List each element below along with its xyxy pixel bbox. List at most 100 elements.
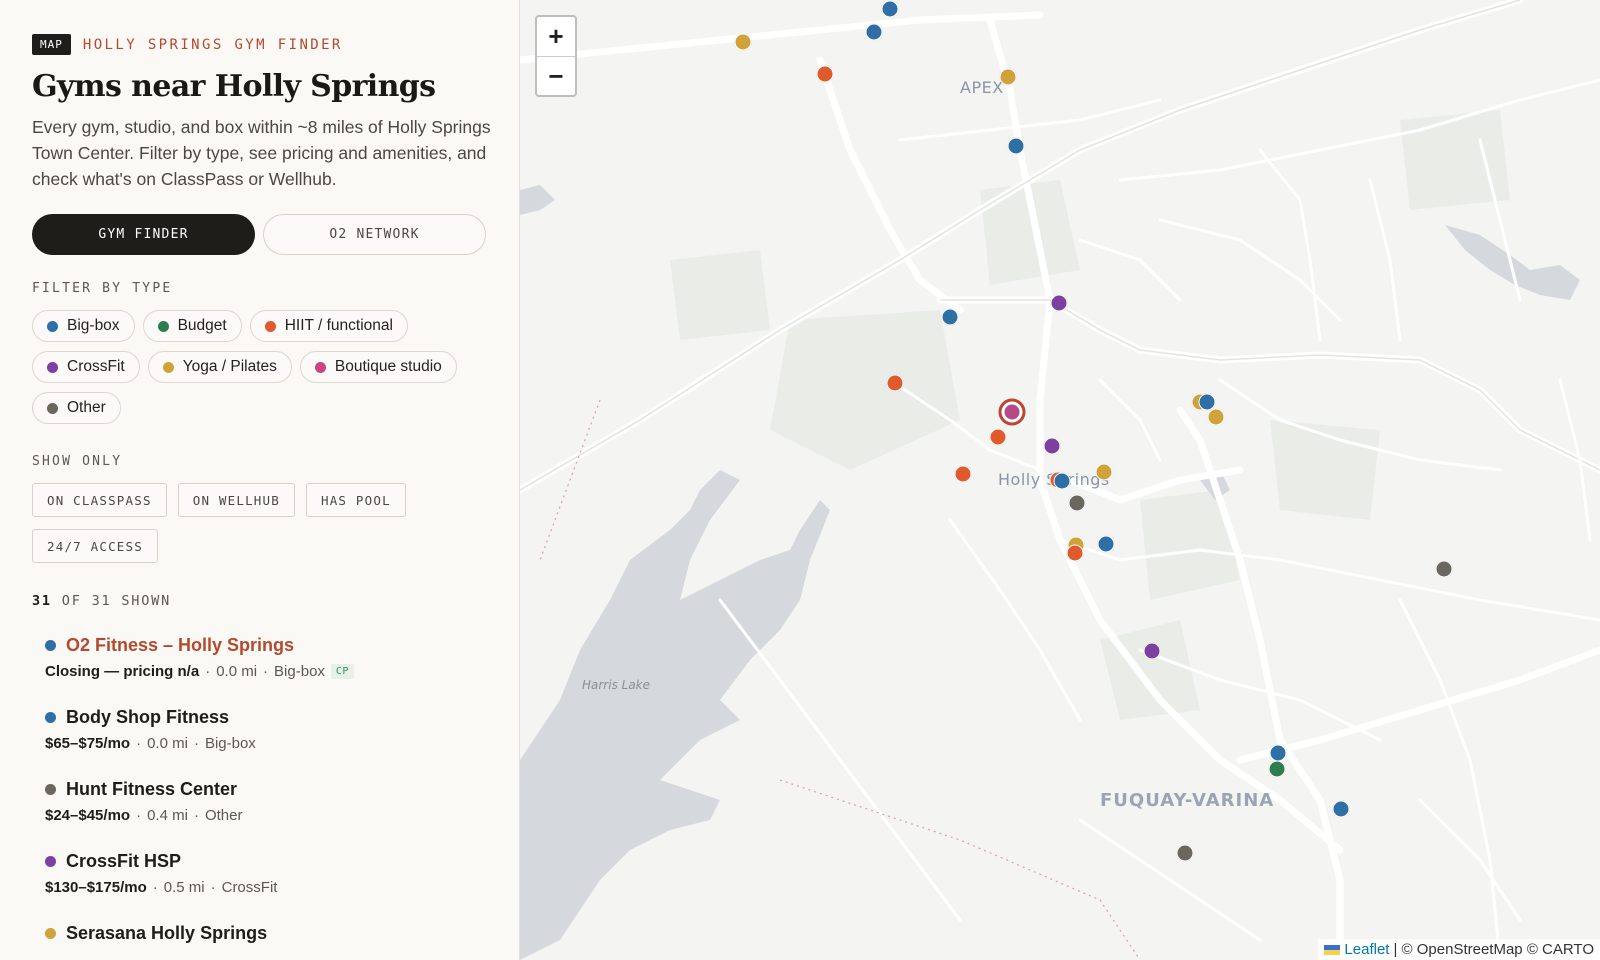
gym-type: Other [204, 807, 243, 824]
map-marker[interactable] [865, 23, 883, 41]
list-item[interactable]: Body Shop Fitness $65–$75/mo · 0.0 mi · Big-… [45, 707, 487, 752]
map-marker[interactable] [1176, 844, 1194, 862]
type-dot [45, 784, 56, 795]
map-marker[interactable] [1095, 463, 1113, 481]
toggle-classpass[interactable]: ON CLASSPASS [32, 483, 167, 517]
type-dot [45, 640, 56, 651]
map-marker[interactable] [954, 465, 972, 483]
chip-budget[interactable]: Budget [142, 310, 242, 342]
type-dot [157, 320, 169, 332]
chip-crossfit[interactable]: CrossFit [32, 351, 140, 383]
gym-name: Hunt Fitness Center [66, 779, 238, 799]
map-marker[interactable] [1269, 744, 1287, 762]
map-marker[interactable] [1068, 494, 1086, 512]
zoom-in-button[interactable]: + [537, 17, 575, 56]
list-item[interactable]: Hunt Fitness Center $24–$45/mo · 0.4 mi · Ot… [45, 779, 487, 824]
map-marker[interactable] [1435, 560, 1453, 578]
toggle-pool[interactable]: HAS POOL [305, 483, 406, 517]
map-marker[interactable] [886, 374, 904, 392]
gym-price: Closing — pricing n/a [45, 663, 200, 680]
gym-type: Big-box [204, 735, 256, 752]
chip-hiit[interactable]: HIIT / functional [249, 310, 408, 342]
gym-distance: 0.5 mi [163, 879, 205, 896]
gym-distance: 0.4 mi [147, 807, 188, 824]
map-badge: MAP [32, 34, 71, 55]
map-attribution: Leaflet | © OpenStreetMap © CARTO [1318, 939, 1600, 960]
count-shown: 31 [32, 593, 52, 609]
gym-list: O2 Fitness – Holly Springs Closing — pri… [32, 635, 487, 944]
type-dot [45, 856, 56, 867]
toggle-wellhub[interactable]: ON WELLHUB [177, 483, 295, 517]
map-marker[interactable] [1332, 800, 1350, 818]
zoom-out-button[interactable]: − [537, 56, 575, 95]
list-item[interactable]: CrossFit HSP $130–$175/mo · 0.5 mi · CrossFi… [45, 851, 487, 896]
type-dot [45, 928, 56, 939]
gym-distance: 0.0 mi [147, 735, 188, 752]
gym-name: CrossFit HSP [66, 851, 182, 871]
ukraine-flag-icon [1324, 944, 1341, 955]
list-item[interactable]: O2 Fitness – Holly Springs Closing — pri… [45, 635, 487, 680]
map-marker[interactable] [1143, 642, 1161, 660]
chip-label: Big-box [67, 317, 120, 334]
chip-label: CrossFit [67, 358, 125, 375]
leaflet-link[interactable]: Leaflet [1344, 941, 1389, 958]
list-item[interactable]: Serasana Holly Springs [45, 923, 487, 944]
map-marker[interactable] [1066, 544, 1084, 562]
type-dot [47, 402, 58, 414]
gym-price: $65–$75/mo [45, 735, 131, 752]
chip-label: Budget [177, 317, 227, 334]
chip-boutique[interactable]: Boutique studio [299, 351, 457, 383]
eyebrow-text: HOLLY SPRINGS GYM FINDER [82, 36, 343, 53]
type-dot [47, 320, 58, 332]
map-marker[interactable] [999, 68, 1017, 86]
type-dot [264, 320, 276, 332]
map-marker[interactable] [1097, 535, 1115, 553]
chip-label: Other [67, 399, 106, 416]
chip-yoga-pilates[interactable]: Yoga / Pilates [147, 351, 292, 383]
map-marker[interactable] [1043, 437, 1061, 455]
eyebrow: MAP HOLLY SPRINGS GYM FINDER [32, 34, 487, 55]
tab-gym-finder[interactable]: GYM FINDER [32, 214, 255, 255]
zoom-control: + − [535, 15, 577, 97]
classpass-badge: CP [330, 664, 354, 679]
chip-label: HIIT / functional [284, 317, 393, 334]
view-tabs: GYM FINDER O2 NETWORK [32, 214, 487, 255]
gym-type: Big-box [274, 663, 325, 680]
chip-big-box[interactable]: Big-box [32, 310, 135, 342]
map[interactable]: APEX Holly Springs FUQUAY-VARINA Harris … [520, 0, 1600, 960]
chip-label: Yoga / Pilates [182, 358, 277, 375]
map-marker[interactable] [816, 65, 834, 83]
tab-o2-network[interactable]: O2 NETWORK [263, 214, 486, 255]
type-dot [47, 361, 58, 373]
type-filter-chips: Big-box Budget HIIT / functional CrossFi… [32, 310, 492, 424]
map-marker[interactable] [1207, 408, 1225, 426]
gym-name: Serasana Holly Springs [66, 923, 268, 943]
gym-name: O2 Fitness – Holly Springs [66, 635, 295, 655]
map-marker[interactable] [881, 0, 899, 18]
map-marker[interactable] [734, 33, 752, 51]
sidebar: MAP HOLLY SPRINGS GYM FINDER Gyms near H… [0, 0, 520, 960]
map-marker[interactable] [1268, 760, 1286, 778]
count-rest: OF 31 SHOWN [61, 593, 172, 609]
gym-name: Body Shop Fitness [66, 707, 230, 727]
map-marker[interactable] [989, 428, 1007, 446]
toggle-24-7[interactable]: 24/7 ACCESS [32, 529, 158, 563]
results-count: 31 OF 31 SHOWN [32, 593, 487, 609]
type-dot [45, 712, 56, 723]
show-only-toggles: ON CLASSPASS ON WELLHUB HAS POOL 24/7 AC… [32, 483, 432, 563]
type-dot [314, 361, 326, 373]
app: MAP HOLLY SPRINGS GYM FINDER Gyms near H… [0, 0, 1600, 960]
attribution-text: | © OpenStreetMap © CARTO [1393, 941, 1594, 958]
gym-price: $24–$45/mo [45, 807, 131, 824]
show-only-label: SHOW ONLY [32, 454, 123, 469]
map-marker[interactable] [941, 308, 959, 326]
map-marker[interactable] [1053, 472, 1071, 490]
gym-type: CrossFit [221, 879, 278, 896]
chip-other[interactable]: Other [32, 392, 121, 424]
map-marker[interactable] [1050, 294, 1068, 312]
gym-distance: 0.0 mi [216, 663, 258, 680]
page-subtitle: Every gym, studio, and box within ~8 mil… [32, 117, 491, 189]
map-marker[interactable] [1007, 137, 1025, 155]
page-title: Gyms near Holly Springs [32, 69, 436, 104]
selected-marker[interactable] [998, 398, 1026, 426]
